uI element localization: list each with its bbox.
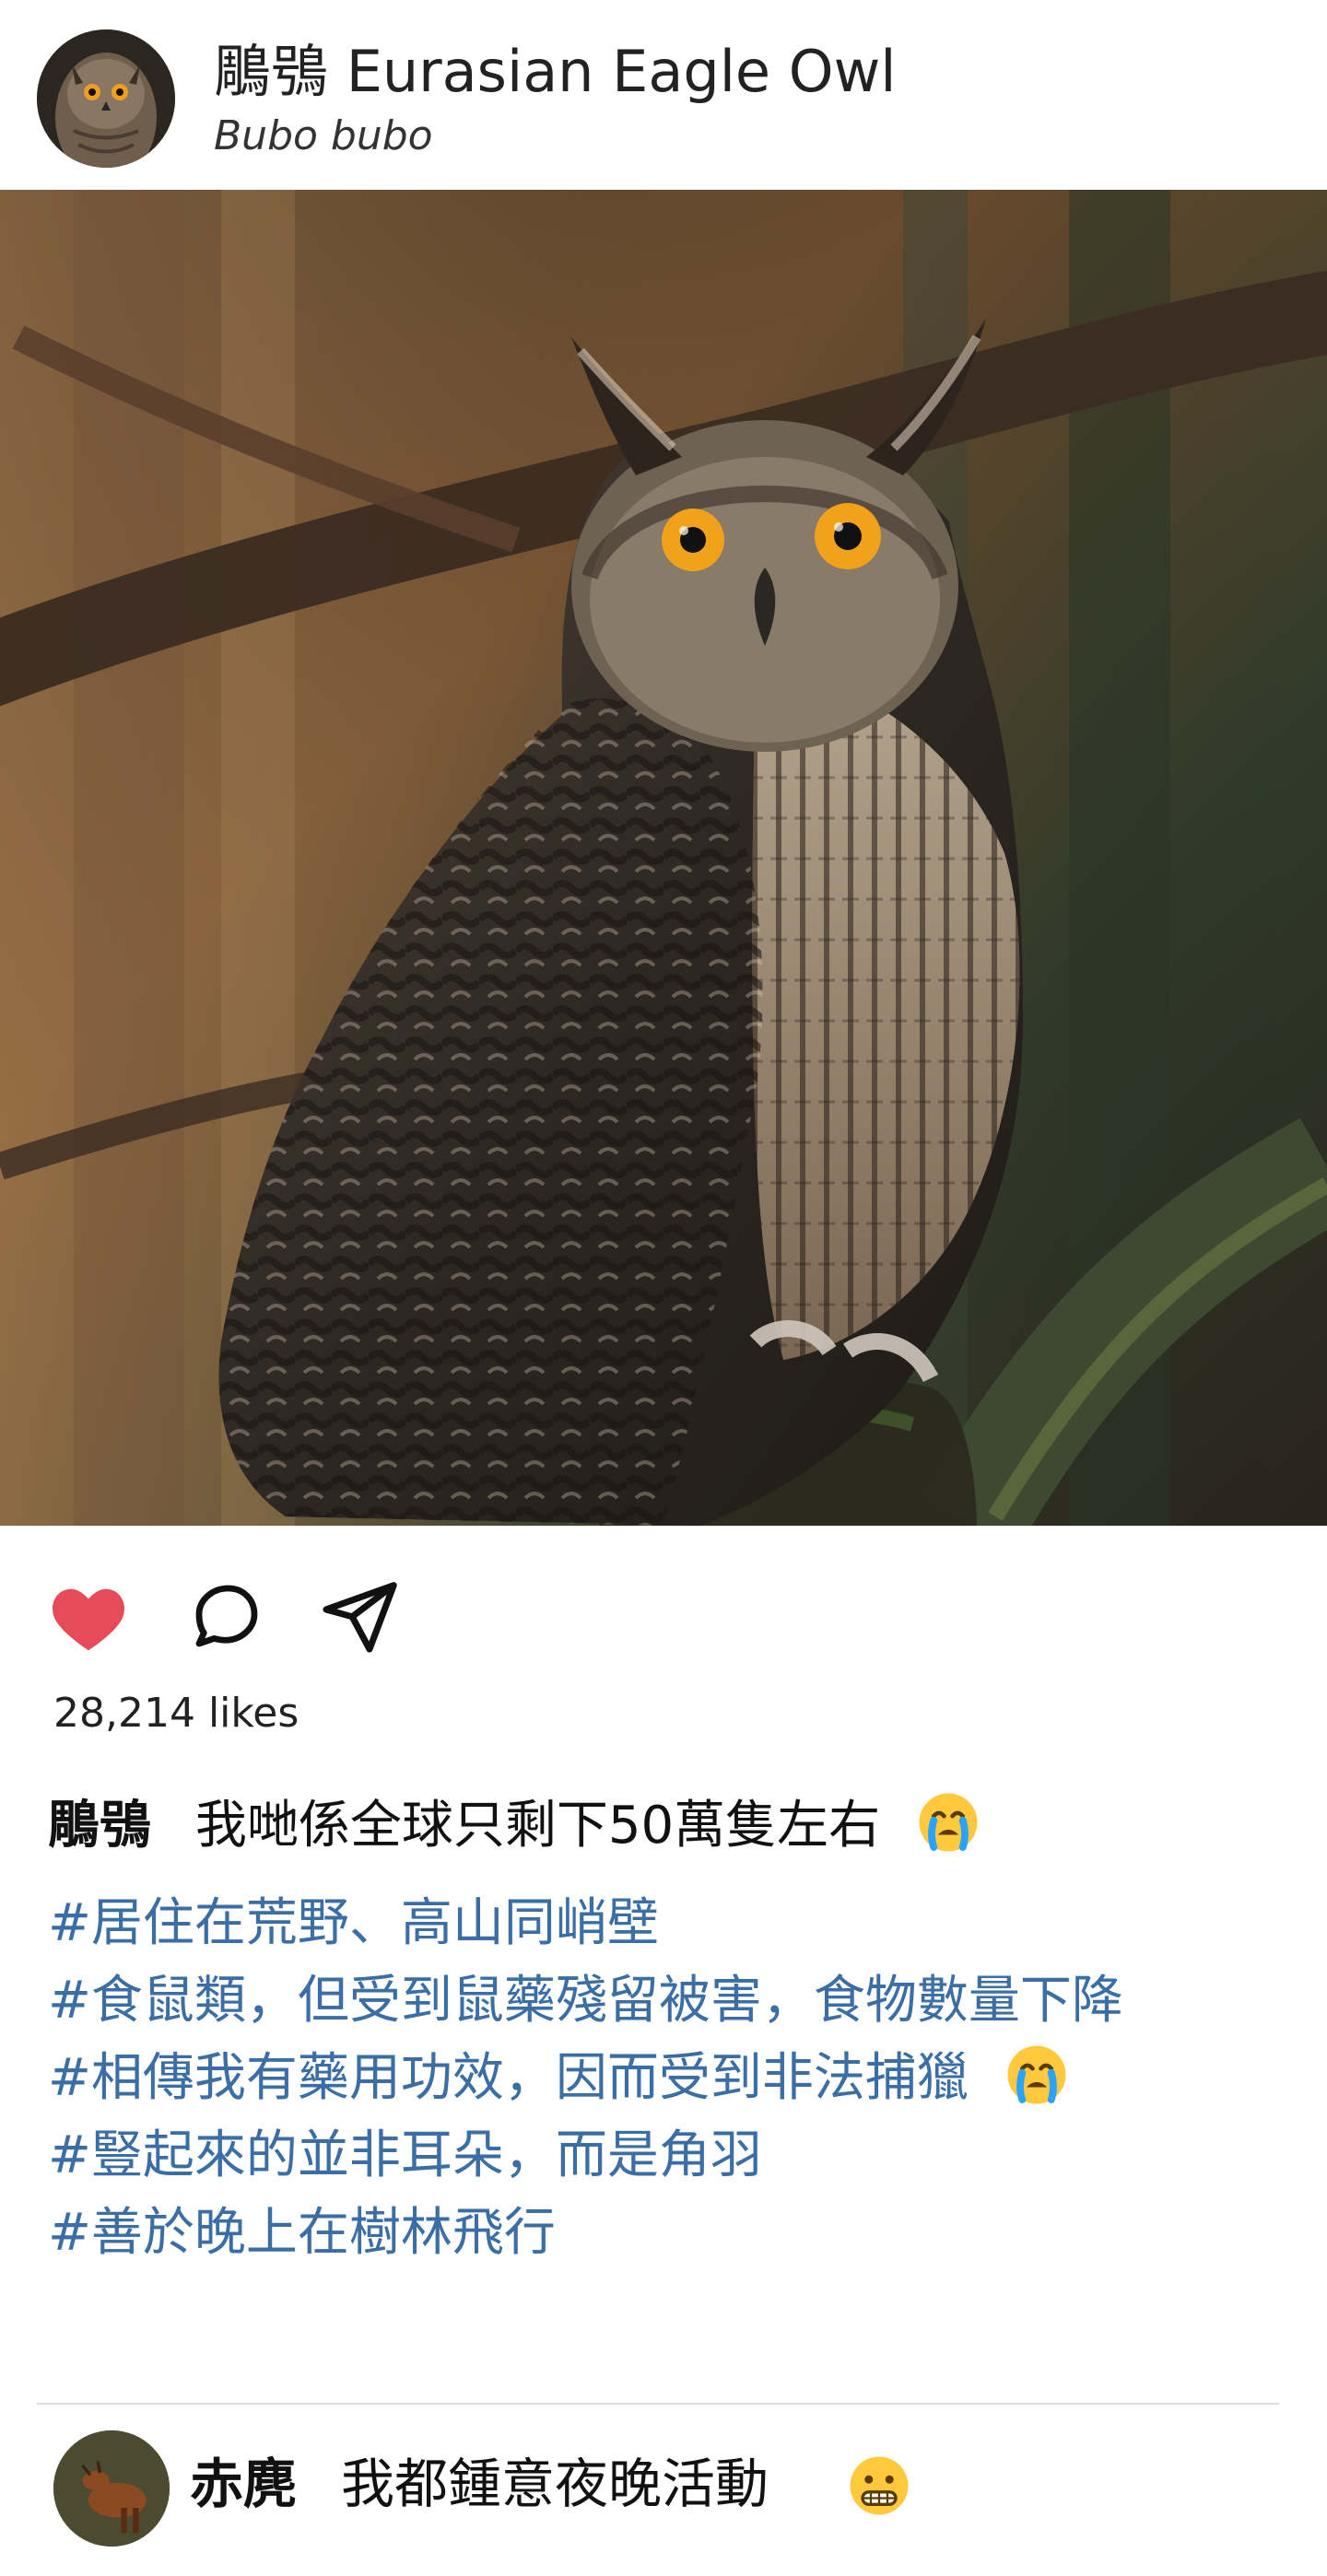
page-title[interactable]: 鵰鴞 Eurasian Eagle Owl [214, 39, 897, 105]
comment-text: 我都鍾意夜晚活動 [341, 2453, 769, 2515]
hashtag-item[interactable]: #相傳我有藥用功效，因而受到非法捕獵 [48, 2040, 1246, 2117]
page-subtitle: Bubo bubo [214, 112, 433, 159]
caption-text: 我哋係全球只剩下50萬隻左右 [194, 1796, 881, 1856]
hashtag-item[interactable]: #豎起來的並非耳朵，而是角羽 [48, 2117, 1246, 2195]
heart-icon [53, 1588, 124, 1651]
post-photo[interactable] [0, 190, 1327, 1526]
owl-photo-image [0, 190, 1327, 1526]
hashtag-list: #居住在荒野、高山同峭壁 #食鼠類，但受到鼠藥殘留被害，食物數量下降 #相傳我有… [48, 1885, 1246, 2272]
hashtag-item[interactable]: #善於晚上在樹林飛行 [48, 2195, 1246, 2272]
post-actions [0, 1526, 1327, 1673]
muntjac-avatar[interactable] [53, 2430, 170, 2547]
post-header: 鵰鴞 Eurasian Eagle Owl Bubo bubo [0, 0, 1327, 190]
comment-icon [195, 1585, 258, 1647]
comment-button[interactable] [182, 1572, 271, 1660]
hashtag-item[interactable]: #居住在荒野、高山同峭壁 [48, 1885, 1246, 1962]
crying-face-emoji [1004, 2042, 1070, 2108]
crying-face-icon [1007, 2045, 1066, 2104]
muntjac-avatar-icon [53, 2430, 170, 2547]
post-caption: 鵰鴞 我哋係全球只剩下50萬隻左右 [48, 1787, 1264, 1865]
like-button[interactable] [44, 1572, 133, 1660]
owl-avatar-icon [37, 29, 175, 168]
section-divider [37, 2403, 1279, 2405]
grimacing-face-icon [850, 2456, 909, 2515]
crying-face-emoji [915, 1789, 981, 1856]
send-icon [323, 1582, 397, 1653]
caption-username[interactable]: 鵰鴞 [48, 1796, 151, 1856]
grimacing-face-emoji [846, 2453, 912, 2519]
crying-face-icon [919, 1793, 978, 1852]
owl-avatar[interactable] [37, 29, 175, 168]
share-button[interactable] [315, 1572, 404, 1660]
hashtag-text: #相傳我有藥用功效，因而受到非法捕獵 [48, 2048, 969, 2108]
comment-row[interactable]: 赤麂 我都鍾意夜晚活動 [0, 2423, 1327, 2576]
comment-username[interactable]: 赤麂 [190, 2451, 297, 2517]
hashtag-item[interactable]: #食鼠類，但受到鼠藥殘留被害，食物數量下降 [48, 1962, 1246, 2040]
likes-count[interactable]: 28,214 likes [53, 1688, 299, 1739]
